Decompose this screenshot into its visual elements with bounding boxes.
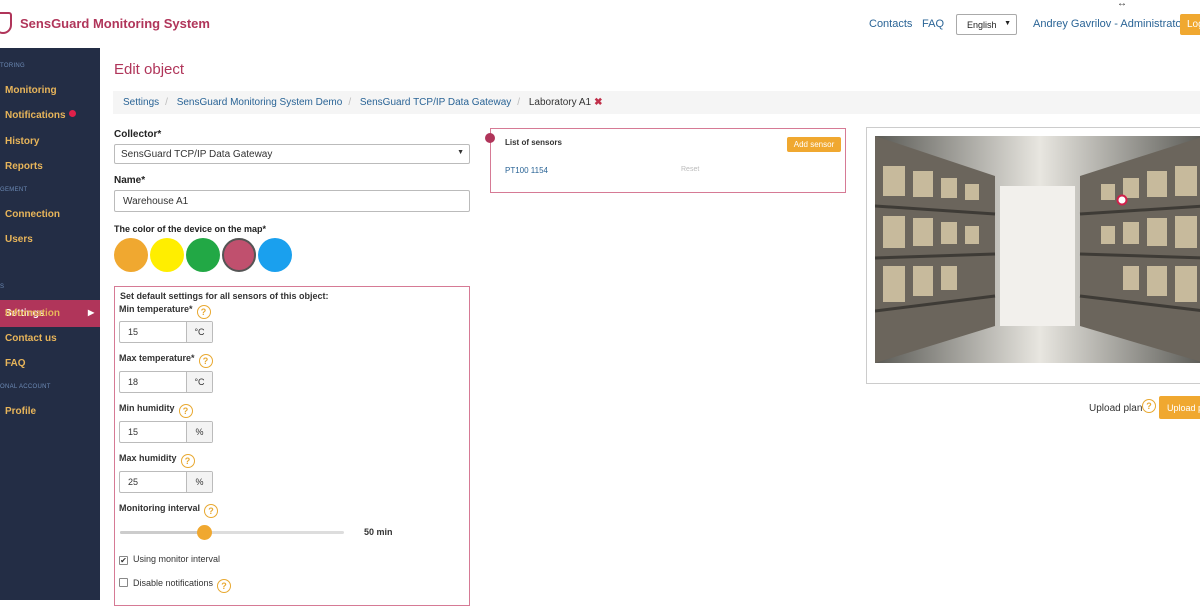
breadcrumb-demo[interactable]: SensGuard Monitoring System Demo [177, 97, 343, 108]
sensor-link[interactable]: PT100 1154 [505, 166, 548, 175]
sidebar-item-contact[interactable]: Contact us [5, 333, 57, 344]
temp-unit: °C [186, 322, 212, 342]
notification-dot-icon [68, 110, 76, 117]
breadcrumb: Settings / SensGuard Monitoring System De… [113, 91, 1200, 114]
color-swatch[interactable] [222, 238, 256, 272]
checkbox-icon[interactable] [119, 578, 128, 587]
sidebar-item-profile[interactable]: Profile [5, 406, 36, 417]
sensor-reset-link[interactable]: Reset [681, 166, 699, 173]
checkbox-icon[interactable]: ✔ [119, 556, 128, 565]
color-swatch[interactable] [186, 238, 220, 272]
sidebar-section-monitoring: TORING [0, 63, 26, 69]
use-monitor-interval-checkbox[interactable]: ✔ Using monitor interval [119, 554, 220, 565]
min-temp-label: Min temperature*? [119, 304, 211, 319]
min-humidity-label: Min humidity? [119, 403, 193, 418]
sidebar-item-information[interactable]: Information [5, 308, 60, 319]
floor-plan-image[interactable] [875, 136, 1200, 363]
collector-label: Collector* [114, 129, 162, 140]
breadcrumb-current: Laboratory A1 [528, 97, 592, 108]
breadcrumb-gateway[interactable]: SensGuard TCP/IP Data Gateway [360, 97, 511, 108]
min-temp-field[interactable]: 15 °C [119, 321, 213, 343]
color-swatch[interactable] [114, 238, 148, 272]
shield-logo-icon [0, 12, 12, 34]
slider-handle[interactable] [197, 525, 212, 540]
upload-plan-label: Upload plan [1089, 403, 1143, 414]
chevron-down-icon: ▼ [1004, 20, 1011, 27]
max-humidity-label: Max humidity? [119, 453, 195, 468]
collector-select[interactable]: SensGuard TCP/IP Data Gateway ▼ [114, 144, 470, 164]
help-icon[interactable]: ? [198, 354, 213, 368]
default-settings-title: Set default settings for all sensors of … [120, 291, 329, 301]
sidebar-item-users[interactable]: Users [5, 234, 33, 245]
chevron-right-icon: ▶ [88, 308, 95, 317]
sidebar-item-faq[interactable]: FAQ [5, 358, 26, 369]
sidebar-section-account: ONAL ACCOUNT [0, 384, 51, 390]
chevron-down-icon: ▼ [457, 149, 464, 156]
breadcrumb-settings[interactable]: Settings [123, 97, 159, 108]
sidebar-item-history[interactable]: History [5, 136, 39, 147]
name-field[interactable]: Warehouse A1 [114, 190, 470, 212]
min-humidity-field[interactable]: 15% [119, 421, 213, 443]
humidity-unit: % [186, 422, 212, 442]
app-title[interactable]: SensGuard Monitoring System [20, 16, 210, 31]
color-swatch[interactable] [150, 238, 184, 272]
upload-plan-button[interactable]: Upload p [1159, 396, 1200, 419]
collector-value: SensGuard TCP/IP Data Gateway [121, 149, 273, 160]
interval-slider[interactable] [120, 525, 344, 540]
delete-icon[interactable]: ✖ [594, 97, 602, 108]
slider-fill [120, 531, 204, 534]
sidebar-item-monitoring[interactable]: Monitoring [5, 85, 57, 96]
max-humidity-value: 25 [128, 477, 139, 487]
sidebar-item-label: Notifications [5, 110, 66, 121]
sidebar-section-management: GEMENT [0, 187, 28, 193]
page-title: Edit object [114, 61, 185, 78]
faq-link[interactable]: FAQ [922, 18, 944, 30]
map-pin-icon [485, 133, 495, 143]
name-label: Name* [114, 175, 146, 186]
max-temp-value: 18 [128, 377, 139, 387]
sensors-title: List of sensors [505, 138, 562, 147]
min-humidity-value: 15 [128, 427, 139, 437]
default-settings-panel: Set default settings for all sensors of … [114, 286, 470, 606]
disable-notifications-checkbox[interactable]: Disable notifications? [119, 578, 232, 593]
help-icon[interactable]: ? [196, 305, 211, 319]
min-temp-value: 15 [128, 327, 139, 337]
max-humidity-field[interactable]: 25% [119, 471, 213, 493]
logout-button[interactable]: Log [1180, 14, 1200, 35]
add-sensor-button[interactable]: Add sensor [787, 137, 841, 152]
sidebar-item-connection[interactable]: Connection [5, 209, 60, 220]
sidebar: TORING Monitoring Notifications History … [0, 48, 100, 600]
sidebar-item-reports[interactable]: Reports [5, 161, 43, 172]
user-menu[interactable]: Andrey Gavrilov - Administrator [1033, 18, 1185, 30]
help-icon[interactable]: ? [217, 579, 232, 593]
sidebar-item-notifications[interactable]: Notifications [5, 110, 76, 121]
help-icon[interactable]: ? [204, 504, 218, 518]
temp-unit: °C [186, 372, 212, 392]
color-swatch[interactable] [258, 238, 292, 272]
interval-label: Monitoring interval? [119, 503, 218, 518]
language-value: English [967, 20, 997, 30]
plan-panel [866, 127, 1200, 384]
contacts-link[interactable]: Contacts [869, 18, 912, 30]
help-icon[interactable]: ? [178, 404, 193, 418]
max-temp-label: Max temperature*? [119, 353, 213, 368]
sensor-marker [1116, 194, 1128, 206]
sensors-panel: List of sensors Add sensor PT100 1154 Re… [485, 128, 846, 193]
color-label: The color of the device on the map* [114, 224, 267, 234]
help-icon[interactable]: ? [1142, 399, 1156, 413]
resize-arrows-icon: ↔ [1117, 0, 1127, 9]
interval-value: 50 min [364, 527, 393, 537]
humidity-unit: % [186, 472, 212, 492]
top-bar: SensGuard Monitoring System Contacts FAQ… [0, 0, 1200, 48]
language-select[interactable]: English ▼ [956, 14, 1017, 35]
max-temp-field[interactable]: 18 °C [119, 371, 213, 393]
sidebar-section-help: S [0, 284, 5, 290]
help-icon[interactable]: ? [180, 454, 195, 468]
